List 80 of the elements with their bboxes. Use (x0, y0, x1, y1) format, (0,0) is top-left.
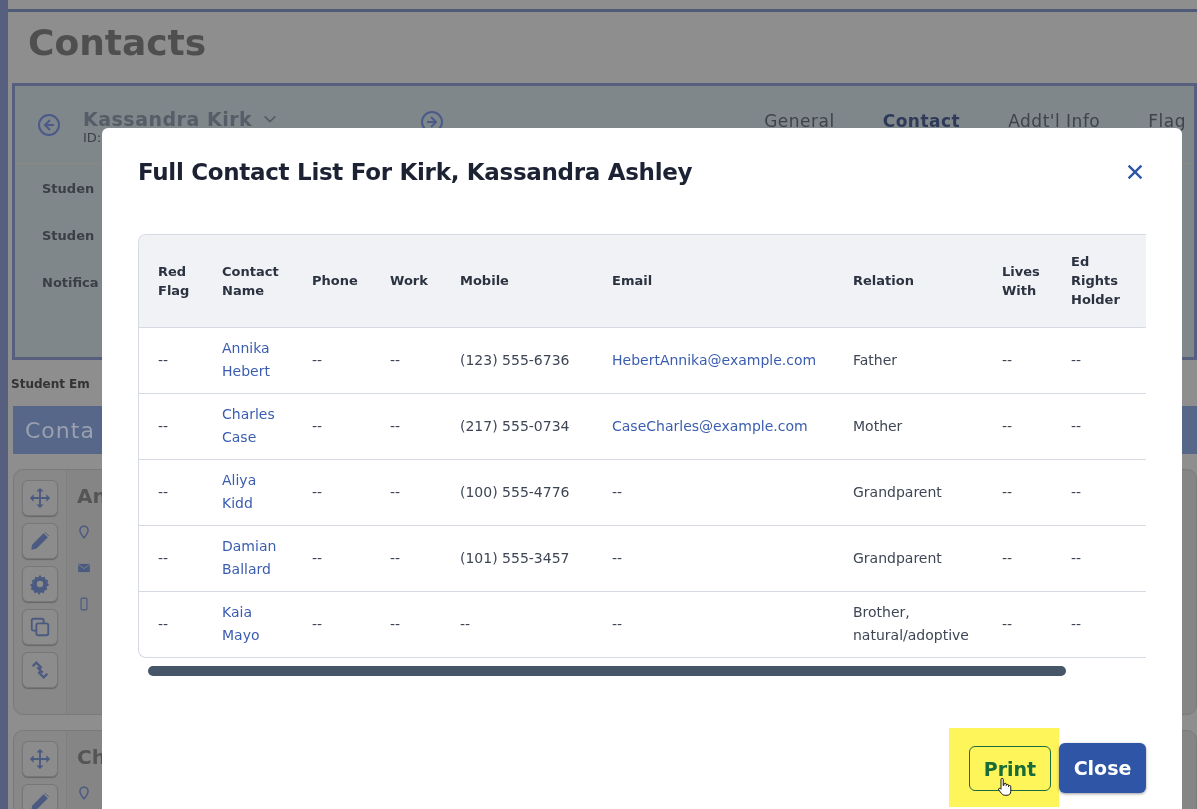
table-cell: -- (139, 459, 203, 525)
field-label: Studen (42, 228, 95, 243)
link[interactable]: Damian Ballard (222, 535, 289, 581)
tool-button[interactable] (22, 523, 58, 559)
table-cell: -- (1052, 591, 1146, 657)
table-cell: -- (983, 327, 1052, 393)
table-cell: -- (983, 393, 1052, 459)
tool-button[interactable] (22, 741, 58, 777)
link[interactable]: Kaia Mayo (222, 601, 289, 648)
map-pin-icon (77, 525, 91, 539)
pencil-icon (29, 791, 51, 809)
table-cell: Grandparent (834, 525, 983, 591)
link[interactable]: Annika Hebert (222, 337, 289, 383)
table-cell: -- (293, 327, 371, 393)
table-cell: -- (371, 525, 441, 591)
scrollbar[interactable] (148, 666, 1066, 676)
envelope-icon (77, 561, 91, 575)
column-header: Work (371, 235, 441, 327)
move-icon (29, 748, 51, 770)
table-cell: -- (983, 525, 1052, 591)
move-icon (29, 487, 51, 509)
table-cell: Father (834, 327, 983, 393)
table-cell: -- (371, 327, 441, 393)
column-header: Mobile (441, 235, 593, 327)
tool-button[interactable] (22, 566, 58, 602)
phone-icon (77, 597, 91, 611)
table-cell: -- (593, 459, 834, 525)
table-cell: -- (293, 591, 371, 657)
map-pin-icon (77, 786, 91, 800)
table-cell: -- (293, 525, 371, 591)
table-cell: -- (371, 393, 441, 459)
table-cell: -- (983, 591, 1052, 657)
table-cell: (123) 555-6736 (441, 327, 593, 393)
table-cell: -- (139, 525, 203, 591)
section-label: Student Em (11, 377, 90, 391)
table-cell: -- (1052, 525, 1146, 591)
table-cell: (100) 555-4776 (441, 459, 593, 525)
link[interactable]: Charles Case (222, 403, 289, 449)
close-button[interactable]: Close (1059, 742, 1146, 793)
table-cell: -- (1052, 459, 1146, 525)
table-cell: -- (139, 393, 203, 459)
table-cell: Mother (834, 393, 983, 459)
column-header: Contact Name (203, 235, 293, 327)
copy-icon (29, 616, 51, 638)
tool-button[interactable] (22, 480, 58, 516)
field-label: Studen (42, 181, 95, 196)
column-header: Red Flag (139, 235, 203, 327)
table-cell: -- (593, 525, 834, 591)
table-cell: -- (593, 591, 834, 657)
gear-icon (29, 573, 51, 595)
link[interactable]: Aliya Kidd (222, 469, 289, 515)
student-id: ID: (83, 129, 103, 147)
tool-button[interactable] (22, 652, 58, 688)
tool-button[interactable] (22, 609, 58, 645)
column-header: Relation (834, 235, 983, 327)
column-header: Lives With (983, 235, 1052, 327)
table-cell: -- (1052, 327, 1146, 393)
table-cell: (217) 555-0734 (441, 393, 593, 459)
table-cell: -- (1052, 393, 1146, 459)
table-cell: (101) 555-3457 (441, 525, 593, 591)
column-header: Ed Rights Holder (1052, 235, 1146, 327)
table-cell: -- (441, 591, 593, 657)
table-cell: -- (371, 591, 441, 657)
table-cell: -- (139, 327, 203, 393)
table-cell: -- (139, 591, 203, 657)
table-cell: -- (983, 459, 1052, 525)
table-cell: Grandparent (834, 459, 983, 525)
page-title: Contacts (27, 21, 208, 65)
pencil-icon (29, 530, 51, 552)
column-header: Email (593, 235, 834, 327)
link[interactable]: HebertAnnika@example.com (612, 348, 830, 372)
link[interactable]: CaseCharles@example.com (612, 414, 830, 438)
table-cell: -- (371, 459, 441, 525)
table-cell: -- (293, 393, 371, 459)
dialog-title: Full Contact List For Kirk, Kassandra Ashley (138, 158, 693, 185)
field-label: Notifica (42, 275, 99, 290)
table-cell: -- (293, 459, 371, 525)
column-header: Phone (293, 235, 371, 327)
hand-cursor-icon (995, 776, 1013, 798)
table-cell: Brother, natural/adoptive (834, 591, 983, 657)
